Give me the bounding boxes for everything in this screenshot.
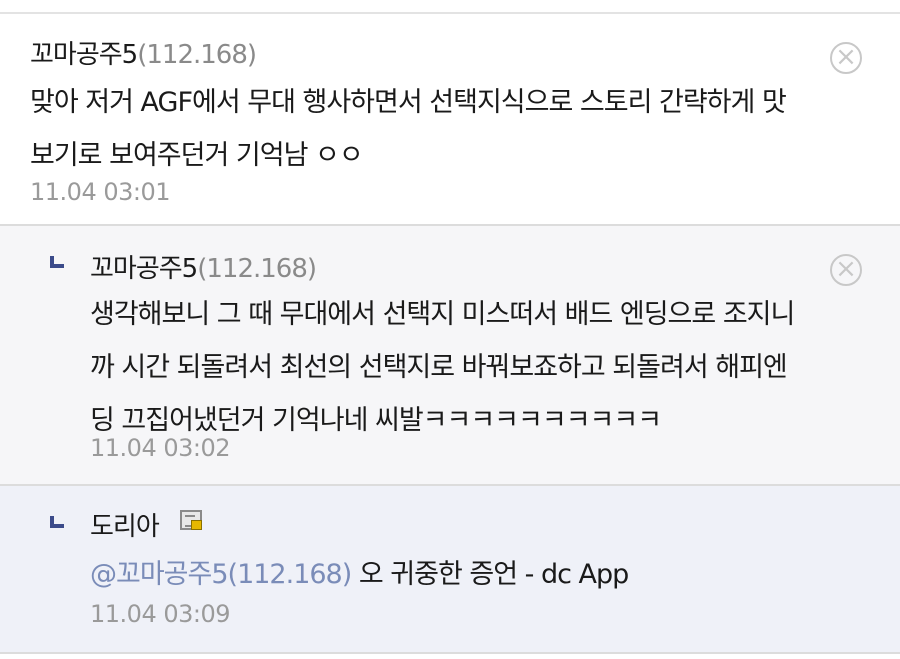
author-ip: (112.168) <box>197 254 317 284</box>
reply-comment-item: 꼬마공주5(112.168) × 생각해보니 그 때 무대에서 선택지 미스떠서… <box>0 226 900 486</box>
comment-item: 꼬마공주5(112.168) × 맞아 저거 AGF에서 무대 행사하면서 선택… <box>0 14 900 226</box>
comment-text: 맞아 저거 AGF에서 무대 행사하면서 선택지식으로 스토리 간략하게 맛 보… <box>30 76 787 182</box>
author-nickname[interactable]: 꼬마공주5 <box>30 40 138 70</box>
reply-comment-item: 도리아 @꼬마공주5(112.168) 오 귀중한 증언 - dc App 11… <box>0 486 900 654</box>
author-nickname[interactable]: 꼬마공주5 <box>90 254 198 284</box>
comment-text-line: 오 귀중한 증언 - dc App <box>351 559 629 590</box>
comment-text-line: 맞아 저거 AGF에서 무대 행사하면서 선택지식으로 스토리 간략하게 맛 <box>30 87 787 118</box>
fixed-nick-icon <box>180 510 202 530</box>
reply-arrow-icon <box>50 256 64 268</box>
comment-text: 생각해보니 그 때 무대에서 선택지 미스떠서 배드 엔딩으로 조지니 까 시간… <box>90 288 795 447</box>
comment-date: 11.04 03:02 <box>90 434 231 462</box>
comment-author[interactable]: 꼬마공주5(112.168) <box>90 248 317 285</box>
comment-text-line: 까 시간 되돌려서 최선의 선택지로 바꿔보죠하고 되돌려서 해피엔 <box>90 352 788 383</box>
delete-icon[interactable]: × <box>830 42 862 74</box>
delete-icon[interactable]: × <box>830 254 862 286</box>
reply-arrow-icon <box>50 516 64 528</box>
author-nickname[interactable]: 도리아 <box>90 512 160 542</box>
comment-text-line: 생각해보니 그 때 무대에서 선택지 미스떠서 배드 엔딩으로 조지니 <box>90 299 795 330</box>
comment-date: 11.04 03:09 <box>90 600 231 628</box>
comment-author[interactable]: 꼬마공주5(112.168) <box>30 34 257 71</box>
author-ip: (112.168) <box>137 40 257 70</box>
comment-date: 11.04 03:01 <box>30 178 171 206</box>
comment-author[interactable]: 도리아 <box>90 506 160 543</box>
comment-text-line: 보기로 보여주던거 기억남 ㅇㅇ <box>30 140 364 171</box>
comment-text: @꼬마공주5(112.168) 오 귀중한 증언 - dc App <box>90 548 629 601</box>
mention-link[interactable]: @꼬마공주5(112.168) <box>90 559 352 590</box>
